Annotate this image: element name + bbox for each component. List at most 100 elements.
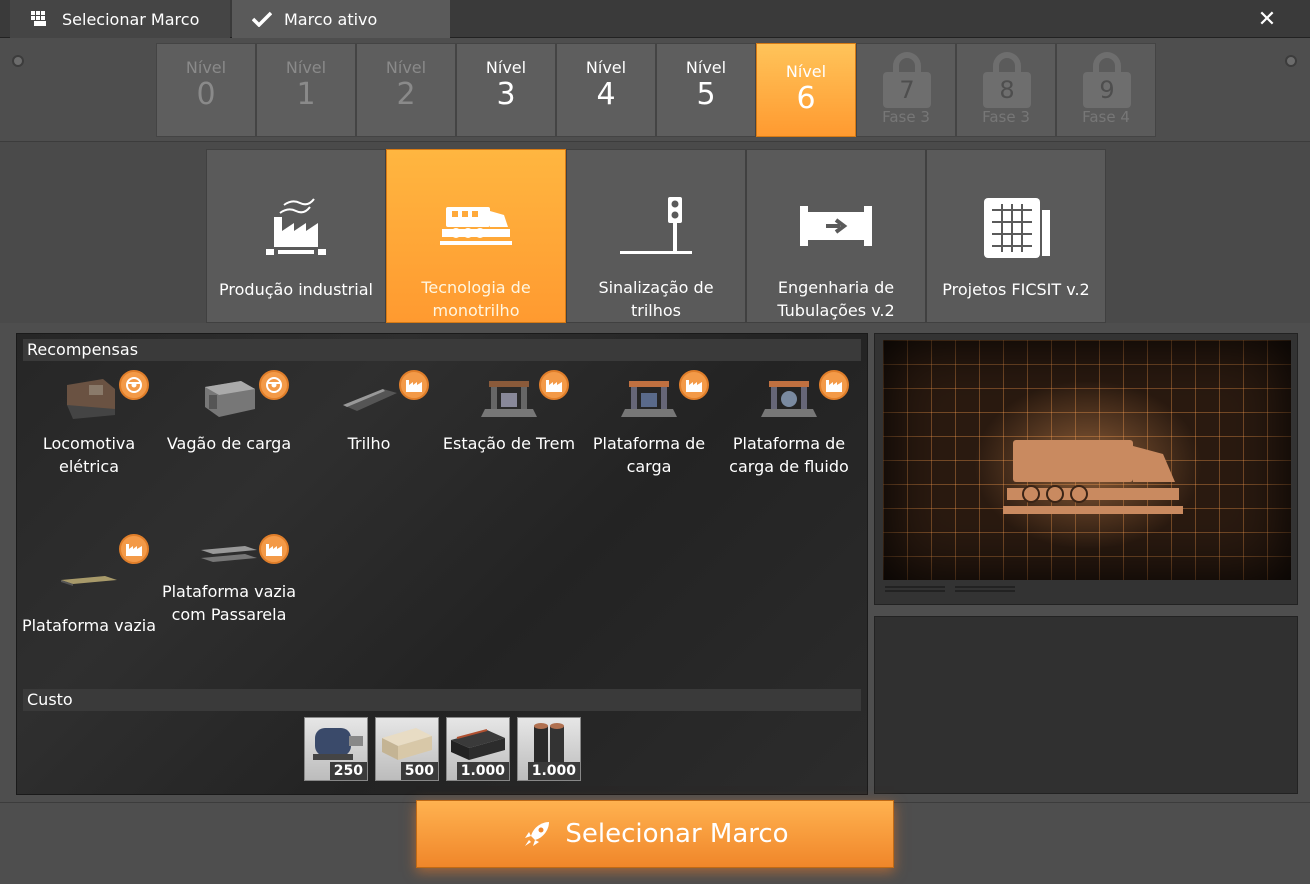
tier-number: 6	[796, 81, 816, 116]
reward-item[interactable]: Plataforma de carga de fluido	[719, 370, 859, 478]
tier-label: Nível	[285, 58, 327, 77]
tab-select-milestone[interactable]: Selecionar Marco	[10, 0, 230, 38]
tier-label: Nível	[485, 58, 527, 77]
milestone-details-panel: Recompensas Locomotiva elétrica Vagão de…	[16, 333, 868, 795]
blueprint-icon	[978, 184, 1054, 270]
info-box	[874, 616, 1298, 794]
lock-number: 7	[883, 72, 931, 108]
tier-5[interactable]: Nível 5	[656, 43, 756, 137]
check-icon	[252, 9, 272, 29]
milestone-industrial-production[interactable]: Produção industrial	[206, 149, 386, 323]
cost-quantity: 250	[329, 762, 367, 780]
tier-0[interactable]: Nível 0	[156, 43, 256, 137]
tier-7: 7 Fase 3	[856, 43, 956, 137]
cost-item[interactable]: 1.000	[517, 717, 581, 781]
reward-label: Trilho	[347, 434, 391, 453]
tier-label: Nível	[185, 58, 227, 77]
factory-icon	[399, 370, 429, 400]
rail-icon	[334, 370, 404, 426]
milestone-list: Produção industrial Tecnologia de monotr…	[0, 141, 1310, 323]
milestone-label: Tecnologia de monotrilho	[421, 278, 531, 320]
tier-number: 2	[396, 77, 416, 112]
lock-number: 8	[983, 72, 1031, 108]
grid-icon	[30, 9, 50, 29]
reward-label: Plataforma de carga de fluido	[729, 434, 849, 476]
milestone-rail-signaling[interactable]: Sinalização de trilhos	[566, 149, 746, 323]
empty-platform-icon	[54, 552, 124, 608]
milestone-pipe-engineering[interactable]: Engenharia de Tubulações v.2	[746, 149, 926, 323]
tier-2[interactable]: Nível 2	[356, 43, 456, 137]
signal-icon	[616, 184, 696, 268]
tab-active-milestone[interactable]: Marco ativo	[232, 0, 450, 38]
bolt-icon	[12, 55, 24, 67]
tier-number: 4	[596, 77, 616, 112]
reward-item[interactable]: Plataforma vazia	[19, 534, 159, 637]
cost-item[interactable]: 500	[375, 717, 439, 781]
factory-icon	[260, 184, 332, 270]
freight-car-icon	[194, 370, 264, 426]
tier-8: 8 Fase 3	[956, 43, 1056, 137]
tier-phase: Fase 3	[882, 108, 930, 126]
cost-item[interactable]: 1.000	[446, 717, 510, 781]
cost-item[interactable]: 250	[304, 717, 368, 781]
tier-label: Nível	[685, 58, 727, 77]
reward-label: Locomotiva elétrica	[42, 434, 136, 476]
tier-number: 3	[496, 77, 516, 112]
steel-pipe-icon	[534, 723, 564, 766]
reward-item[interactable]: Locomotiva elétrica	[19, 370, 159, 478]
reward-item[interactable]: Trilho	[299, 370, 439, 455]
tier-number: 5	[696, 77, 716, 112]
reward-label: Estação de Trem	[442, 434, 576, 453]
reward-item[interactable]: Plataforma de carga	[579, 370, 719, 478]
factory-icon	[539, 370, 569, 400]
reward-item[interactable]: Vagão de carga	[159, 370, 299, 455]
reward-item[interactable]: Plataforma vazia com Passarela	[159, 534, 299, 626]
reward-label: Plataforma vazia com Passarela	[161, 582, 297, 624]
cost-quantity: 1.000	[456, 762, 509, 780]
wheel-icon	[119, 370, 149, 400]
tier-label: Nível	[385, 58, 427, 77]
rewards-header: Recompensas	[23, 339, 861, 361]
preview-grid	[883, 340, 1291, 580]
milestone-monorail-tech[interactable]: Tecnologia de monotrilho	[386, 149, 566, 323]
factory-icon	[259, 534, 289, 564]
tier-number: 1	[296, 77, 316, 112]
tier-selector: Nível 0 Nível 1 Nível 2 Nível 3 Nível 4 Nível…	[156, 43, 1156, 137]
freight-platform-icon	[614, 370, 684, 426]
reward-label: Plataforma vazia	[21, 616, 157, 635]
reward-label: Vagão de carga	[166, 434, 292, 453]
rocket-icon	[521, 818, 553, 850]
pipe-icon	[798, 184, 874, 268]
locomotive-icon	[54, 370, 124, 426]
milestone-label: Produção industrial	[219, 280, 373, 299]
factory-icon	[819, 370, 849, 400]
wheel-icon	[259, 370, 289, 400]
milestone-ficsit-blueprints[interactable]: Projetos FICSIT v.2	[926, 149, 1106, 323]
milestone-label: Sinalização de trilhos	[598, 278, 714, 320]
lock-icon: 8	[983, 52, 1031, 108]
factory-icon	[119, 534, 149, 564]
select-milestone-button[interactable]: Selecionar Marco	[416, 800, 894, 868]
tier-1[interactable]: Nível 1	[256, 43, 356, 137]
tab-select-milestone-label: Selecionar Marco	[62, 9, 200, 29]
train-icon	[438, 184, 514, 268]
close-icon[interactable]: ✕	[1252, 4, 1282, 34]
lock-icon: 9	[1083, 52, 1131, 108]
fluid-platform-icon	[754, 370, 824, 426]
reward-item[interactable]: Estação de Trem	[439, 370, 579, 455]
milestone-label: Projetos FICSIT v.2	[942, 280, 1090, 299]
bolt-icon	[1285, 55, 1297, 67]
motor-icon	[313, 728, 363, 760]
select-milestone-label: Selecionar Marco	[565, 819, 789, 849]
tier-3[interactable]: Nível 3	[456, 43, 556, 137]
tab-active-milestone-label: Marco ativo	[284, 9, 378, 29]
lock-icon: 7	[883, 52, 931, 108]
tier-label: Nível	[785, 62, 827, 81]
tier-phase: Fase 4	[1082, 108, 1130, 126]
catwalk-platform-icon	[194, 534, 264, 574]
train-station-icon	[474, 370, 544, 426]
tier-6[interactable]: Nível 6	[756, 43, 856, 137]
tier-4[interactable]: Nível 4	[556, 43, 656, 137]
preview-screen	[874, 333, 1298, 605]
wood-icon	[382, 728, 432, 760]
